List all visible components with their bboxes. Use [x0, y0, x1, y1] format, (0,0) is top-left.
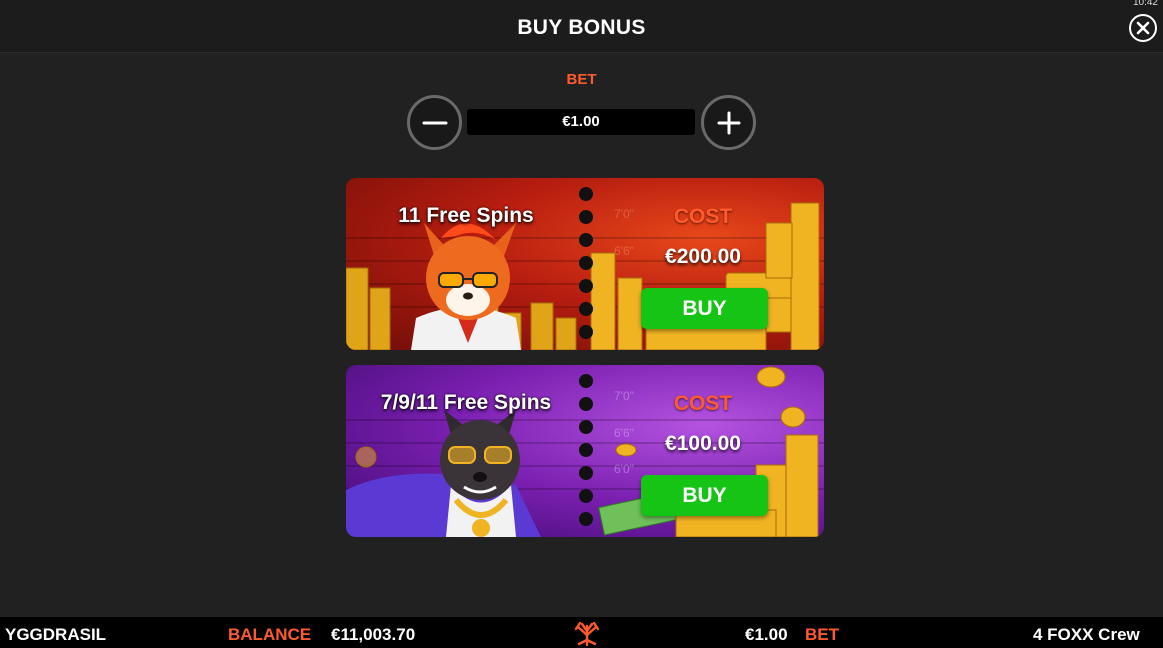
footer-bet-value: €1.00: [745, 625, 788, 644]
cost-value: €100.00: [665, 432, 741, 455]
clock: 10:42: [1132, 0, 1158, 8]
brand-name: YGGDRASIL: [5, 625, 107, 644]
plus-icon: [717, 111, 740, 134]
bonus-offer-card: 7'0" 6'6" 11 Free Spins COST €200.00 BUY: [346, 178, 824, 350]
bottom-bar: YGGDRASIL BALANCE €11,003.70 €1.00 BET 4…: [0, 617, 1163, 648]
footer-bet-label: BET: [805, 625, 839, 644]
svg-text:6'0": 6'0": [614, 462, 634, 476]
close-button[interactable]: [1129, 14, 1157, 42]
free-spins-title: 11 Free Spins: [398, 204, 534, 227]
bonus-offer-card: 7'0" 6'6" 6'0" 7/9/11 Free Spins COST €1…: [346, 365, 824, 537]
increase-bet-button[interactable]: [701, 95, 756, 150]
buy-button[interactable]: BUY: [641, 288, 768, 329]
game-name: 4 FOXX Crew: [1033, 625, 1140, 644]
free-spins-title: 7/9/11 Free Spins: [380, 391, 552, 414]
minus-icon: [422, 121, 447, 124]
cost-value: €200.00: [665, 245, 741, 268]
balance-value: €11,003.70: [331, 625, 416, 644]
close-icon: [1136, 21, 1150, 35]
yggdrasil-logo-icon: [574, 621, 600, 646]
balance-label: BALANCE: [228, 625, 312, 644]
cost-label: COST: [673, 392, 733, 415]
decrease-bet-button[interactable]: [407, 95, 462, 150]
bet-value: €1.00: [467, 109, 695, 135]
cost-label: COST: [673, 205, 733, 228]
page-title: BUY BONUS: [517, 16, 646, 39]
top-bar: BUY BONUS 10:42: [0, 0, 1163, 53]
buy-button[interactable]: BUY: [641, 475, 768, 516]
bet-label: BET: [566, 71, 597, 88]
